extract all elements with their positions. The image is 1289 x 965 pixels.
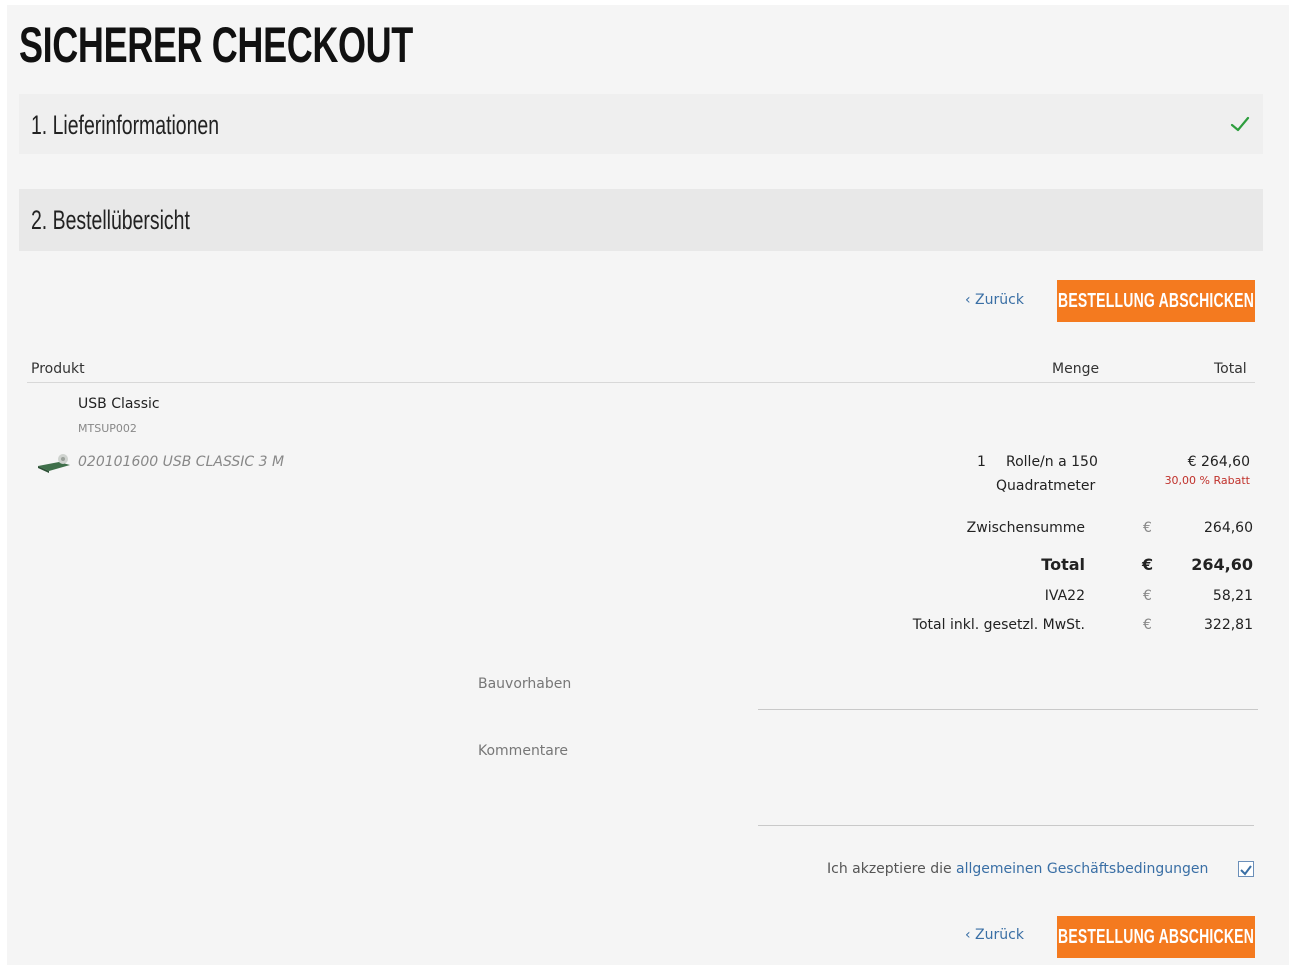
project-input[interactable] <box>758 675 1258 710</box>
submit-order-button-bottom[interactable]: BESTELLUNG ABSCHICKEN <box>1057 916 1255 958</box>
back-link-bottom[interactable]: ‹ Zurück <box>965 927 1024 943</box>
total-label: Total <box>1041 555 1085 574</box>
vat-amount: 58,21 <box>1212 588 1253 604</box>
total-currency: € <box>1142 555 1154 574</box>
terms-link[interactable]: allgemeinen Geschäftsbedingungen <box>956 861 1208 877</box>
vat-currency: € <box>1143 588 1152 604</box>
product-roll-icon <box>38 454 70 473</box>
item-discount: 30,00 % Rabatt <box>1164 474 1250 487</box>
table-header-divider <box>27 382 1255 383</box>
total-amount: 264,60 <box>1191 555 1253 574</box>
column-header-quantity: Menge <box>1052 361 1100 377</box>
terms-prefix: Ich akzeptiere die <box>827 861 952 877</box>
step-order-summary-label: 2. Bestellübersicht <box>31 205 190 235</box>
comment-label: Kommentare <box>478 743 568 759</box>
submit-order-button-bottom-label: BESTELLUNG ABSCHICKEN <box>1058 925 1255 948</box>
step-order-summary[interactable]: 2. Bestellübersicht <box>19 189 1263 251</box>
checkout-page: SICHERER CHECKOUT 1. Lieferinformationen… <box>7 5 1289 965</box>
terms-text: Ich akzeptiere die allgemeinen Geschäfts… <box>827 861 1208 877</box>
submit-order-button-top-label: BESTELLUNG ABSCHICKEN <box>1058 289 1255 312</box>
product-name: USB Classic <box>78 396 160 412</box>
column-header-total: Total <box>1214 361 1247 377</box>
product-variant: 020101600 USB CLASSIC 3 M <box>78 454 285 470</box>
back-link-top[interactable]: ‹ Zurück <box>965 292 1024 308</box>
item-unit-line-2: Quadratmeter <box>996 478 1096 494</box>
vat-label: IVA22 <box>1044 588 1085 604</box>
subtotal-label: Zwischensumme <box>966 520 1085 536</box>
subtotal-amount: 264,60 <box>1204 520 1253 536</box>
grand-total-amount: 322,81 <box>1204 617 1253 633</box>
subtotal-currency: € <box>1143 520 1152 536</box>
grand-total-currency: € <box>1143 617 1152 633</box>
column-header-product: Produkt <box>31 361 85 377</box>
comment-textarea[interactable] <box>758 740 1254 826</box>
step-delivery-info-label: 1. Lieferinformationen <box>31 110 220 140</box>
project-label: Bauvorhaben <box>478 676 572 692</box>
item-quantity: 1 <box>977 454 986 470</box>
product-sku: MTSUP002 <box>78 422 137 435</box>
checkmark-icon <box>1230 116 1250 132</box>
page-title: SICHERER CHECKOUT <box>19 17 413 73</box>
checkbox-check-icon <box>1240 865 1252 876</box>
item-unit-line-1: Rolle/n a 150 <box>1006 454 1098 470</box>
submit-order-button-top[interactable]: BESTELLUNG ABSCHICKEN <box>1057 280 1255 322</box>
terms-checkbox[interactable] <box>1238 861 1254 877</box>
item-price: € 264,60 <box>1187 454 1250 470</box>
step-delivery-info[interactable]: 1. Lieferinformationen <box>19 94 1263 154</box>
grand-total-label: Total inkl. gesetzl. MwSt. <box>912 617 1085 633</box>
